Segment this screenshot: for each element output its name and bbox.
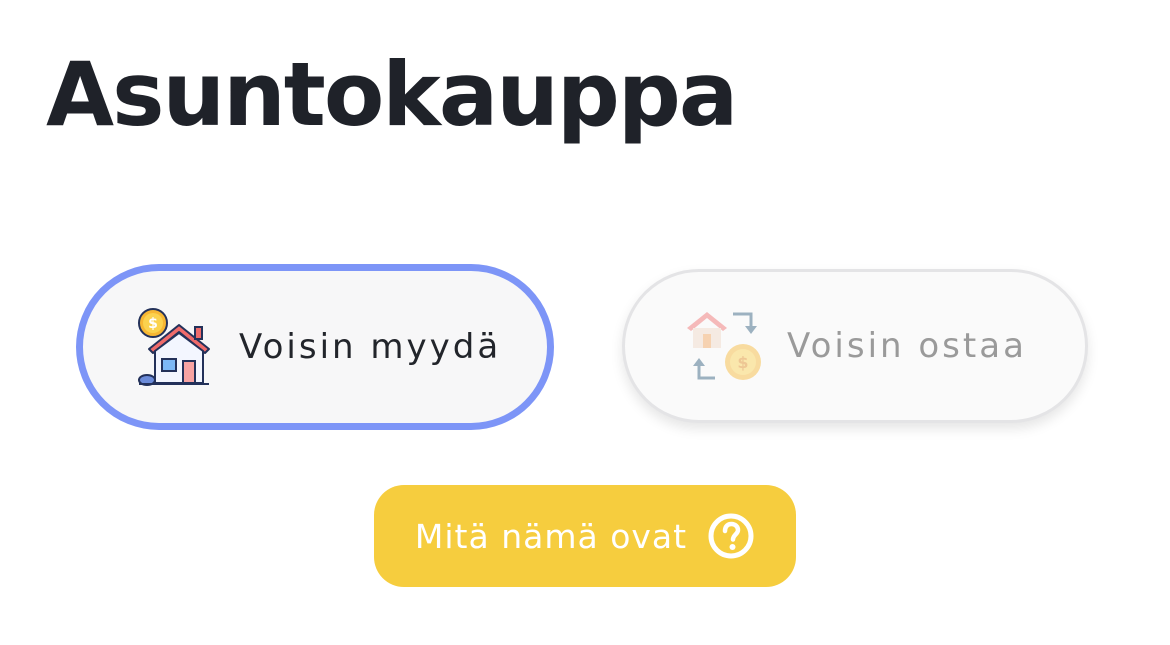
what-are-these-label: Mitä nämä ovat — [414, 516, 688, 556]
option-sell-button[interactable]: $ Voisin myydä — [76, 264, 554, 430]
option-buy-label: Voisin ostaa — [787, 326, 1027, 366]
page: Asuntokauppa $ Voisin myydä $ Voisin ost… — [0, 0, 1170, 645]
svg-text:$: $ — [148, 316, 158, 332]
option-sell-label: Voisin myydä — [239, 327, 502, 367]
option-buy-button[interactable]: $ Voisin ostaa — [622, 269, 1088, 423]
question-circle-icon — [708, 513, 754, 559]
house-for-sale-icon: $ — [138, 308, 210, 386]
svg-text:$: $ — [737, 353, 748, 372]
what-are-these-button[interactable]: Mitä nämä ovat — [374, 485, 796, 587]
house-exchange-icon: $ — [687, 312, 761, 380]
page-title: Asuntokauppa — [46, 43, 738, 146]
